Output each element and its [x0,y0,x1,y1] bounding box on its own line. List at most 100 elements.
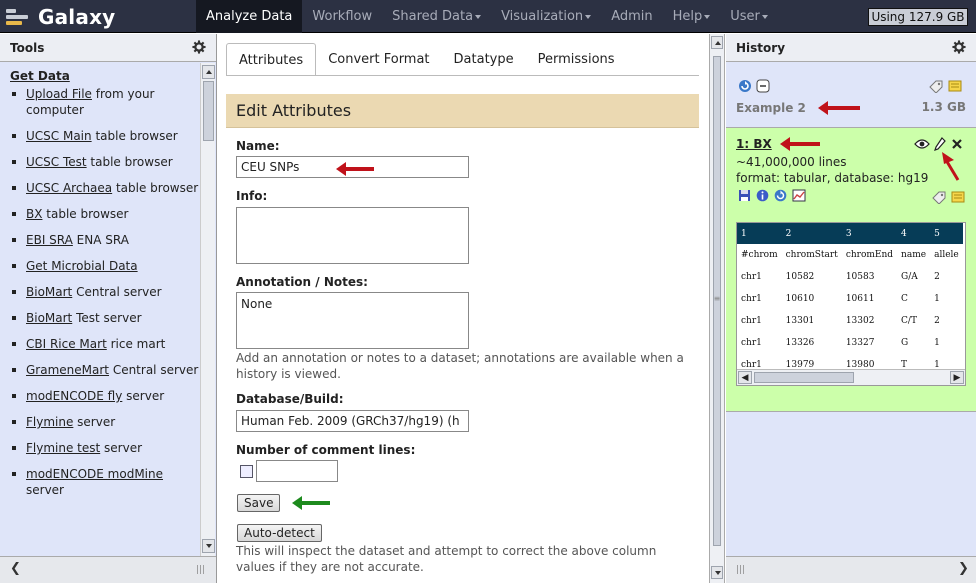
tool-item: GrameneMart Central server [10,362,200,378]
resize-grip-icon[interactable]: ||| [196,565,205,575]
nav-tab-user[interactable]: User [720,0,778,33]
tool-link[interactable]: BX [26,207,42,221]
nav-tab-shared-data[interactable]: Shared Data [382,0,491,33]
comment-lines-input[interactable] [256,460,338,482]
tool-item: Upload File from your computer [10,86,200,118]
eye-icon[interactable] [914,138,930,150]
galaxy-logo-icon [6,6,32,28]
refresh-icon[interactable] [738,79,752,93]
tool-link[interactable]: Flymine [26,415,73,429]
tool-desc: table browser [112,181,199,195]
tool-link[interactable]: Get Microbial Data [26,259,138,273]
visualize-icon[interactable] [792,189,806,202]
resize-grip-icon[interactable]: ≡ [710,294,724,303]
nav-tab-analyze-data[interactable]: Analyze Data [196,0,303,33]
tool-list: Get Data Upload File from your computer U… [0,63,200,555]
dataset-tag-icon[interactable] [931,190,947,204]
tool-link[interactable]: CBI Rice Mart [26,337,107,351]
peek-cell: G [901,338,909,348]
info-icon[interactable] [756,189,769,202]
annotate-icon[interactable] [948,79,962,93]
comment-lines-checkbox[interactable] [240,465,253,478]
dataset-title-arrow-icon [780,137,820,151]
history-header: History [726,34,976,62]
collapse-icon[interactable] [756,79,770,93]
delete-icon[interactable] [951,138,963,150]
peek-cell: 10583 [845,272,875,282]
scroll-thumb[interactable] [203,81,214,141]
gear-icon[interactable] [192,40,206,54]
history-resize-grip-icon[interactable]: ||| [736,565,745,575]
peek-hscrollbar[interactable]: ◀ ▶ [737,369,965,385]
annotation-textarea[interactable]: None [236,292,469,349]
tool-desc: server [122,389,165,403]
tool-item: modENCODE modMine server [10,466,200,498]
dataset-lines: ~41,000,000 lines [736,155,847,169]
annotation-help: Add an annotation or notes to a dataset;… [236,351,684,381]
center-scroll-down-button[interactable] [711,566,723,579]
dataset-annotate-icon[interactable] [951,190,965,204]
nav-tab-admin[interactable]: Admin [601,0,662,33]
tag-icon[interactable] [928,79,944,93]
save-button[interactable]: Save [237,494,281,512]
tool-link[interactable]: EBI SRA [26,233,73,247]
nav-tab-help[interactable]: Help [663,0,721,33]
tool-link[interactable]: GrameneMart [26,363,109,377]
peek-scroll-left-button[interactable]: ◀ [738,371,752,384]
collapse-left-icon[interactable]: ❮ [10,561,21,576]
main-nav: Analyze Data Workflow Shared Data Visualiza… [196,0,778,33]
peek-scroll-thumb[interactable] [754,372,854,383]
tab-attributes[interactable]: Attributes [226,43,317,76]
dbkey-select[interactable]: Human Feb. 2009 (GRCh37/hg19) (h [236,410,469,432]
tool-item: Flymine test server [10,440,200,456]
tool-link[interactable]: UCSC Archaea [26,181,112,195]
nav-tab-workflow[interactable]: Workflow [302,0,382,33]
rerun-icon[interactable] [774,189,787,202]
name-label: Name: [236,139,280,153]
center-scrollbar[interactable]: ≡ [709,34,725,583]
table-row: chr1 10610 10611 C 1 [737,288,963,310]
tool-link[interactable]: modENCODE fly [26,389,122,403]
peek-header-row: 12345 [737,223,963,244]
tool-link[interactable]: Flymine test [26,441,100,455]
auto-detect-button[interactable]: Auto-detect [237,524,322,542]
tool-link[interactable]: modENCODE modMine [26,467,163,481]
history-dataset: 1: BX ~41,000,000 lines format: tabular,… [726,127,976,412]
peek-cell: chr1 [741,316,762,326]
collapse-right-icon[interactable]: ❯ [958,561,969,576]
history-gear-icon[interactable] [952,40,966,54]
scroll-up-button[interactable] [202,65,215,79]
tool-link[interactable]: BioMart [26,285,72,299]
history-name[interactable]: Example 2 [736,101,806,115]
tool-link[interactable]: UCSC Main [26,129,92,143]
table-row: chr1 13326 13327 G 1 [737,332,963,354]
peek-scroll-right-button[interactable]: ▶ [950,371,964,384]
peek-column-header: 1 [737,223,782,244]
peek-cell: allele [934,250,959,260]
info-textarea[interactable] [236,207,469,264]
peek-cell: chr1 [741,338,762,348]
tab-datatype[interactable]: Datatype [442,43,526,76]
tool-link[interactable]: BioMart [26,311,72,325]
tab-permissions[interactable]: Permissions [526,43,627,76]
nav-tab-visualization[interactable]: Visualization [491,0,601,33]
tool-item: CBI Rice Mart rice mart [10,336,200,352]
tools-scrollbar[interactable] [200,63,215,556]
masthead: Galaxy Analyze Data Workflow Shared Data Vi… [0,0,976,33]
tool-link[interactable]: UCSC Test [26,155,87,169]
tool-desc: server [100,441,143,455]
tool-item: Flymine server [10,414,200,430]
tool-section-get-data[interactable]: Get Data [10,69,200,83]
tab-convert-format[interactable]: Convert Format [316,43,441,76]
table-row: chr1 10582 10583 G/A 2 [737,266,963,288]
tool-link[interactable]: Upload File [26,87,92,101]
history-name-arrow-icon [818,101,860,115]
brand[interactable]: Galaxy [6,4,115,30]
scroll-down-button[interactable] [202,539,215,553]
pencil-icon[interactable] [934,137,946,151]
tool-item: UCSC Main table browser [10,128,200,144]
save-icon[interactable] [738,189,751,202]
center-scroll-up-button[interactable] [711,36,723,49]
tool-item: BioMart Test server [10,310,200,326]
dataset-title[interactable]: 1: BX [736,137,772,151]
